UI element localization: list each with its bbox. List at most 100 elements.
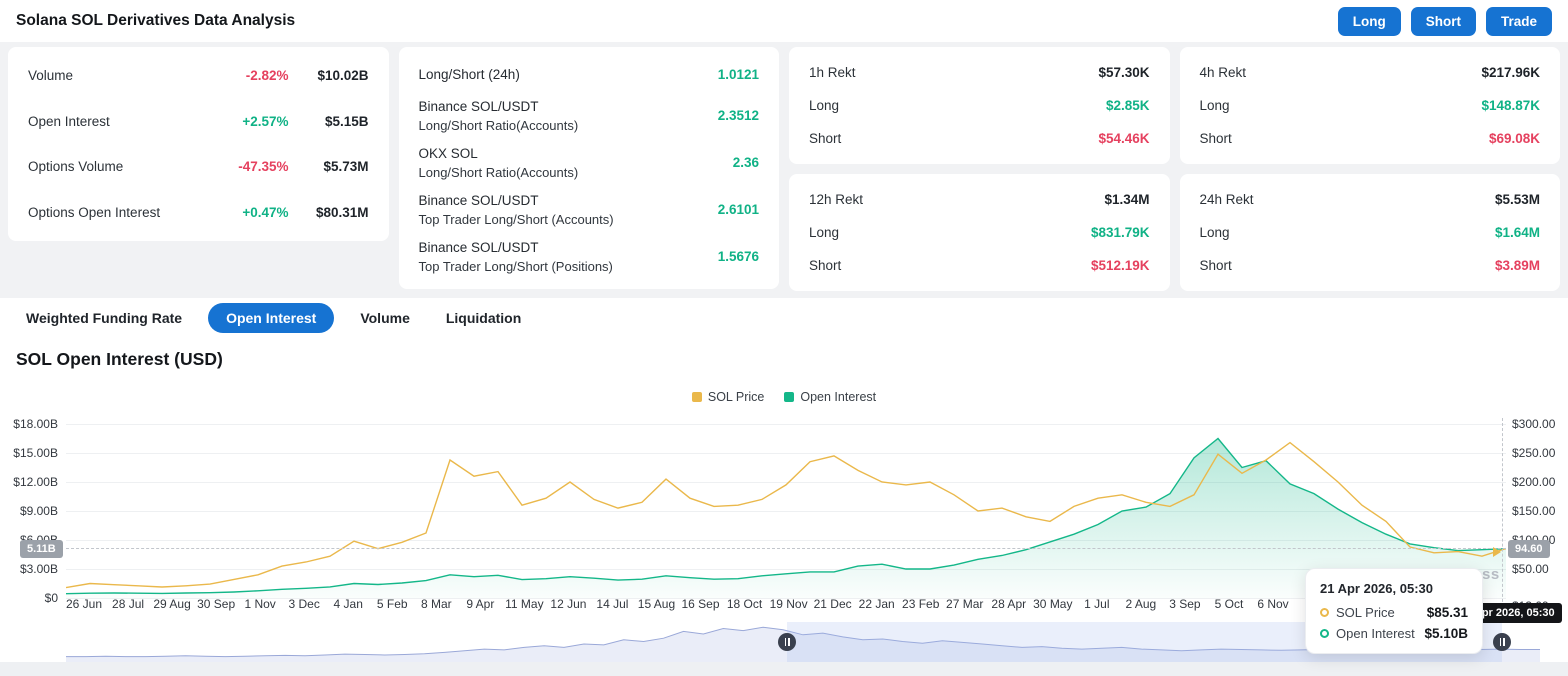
ratio-label: Binance SOL/USDT Top Trader Long/Short (A…	[419, 193, 718, 227]
rekt-label: Long	[809, 98, 840, 113]
legend-label: Open Interest	[800, 390, 877, 404]
crosshair-left-badge: 5.11B	[20, 540, 63, 558]
page-title: Solana SOL Derivatives Data Analysis	[16, 12, 296, 29]
rekt-card-12h-rekt: 12h Rekt $1.34M Long $831.79K Short $512.19K	[789, 174, 1170, 291]
x-axis-label: 3 Sep	[1169, 597, 1201, 611]
x-axis-label: 4 Jan	[333, 597, 363, 611]
rekt-value: $1.64M	[1494, 225, 1540, 240]
rekt-label: Short	[809, 258, 842, 273]
chart-title-row: SOL Open Interest (USD)	[0, 338, 1568, 380]
x-axis-label: 14 Jul	[596, 597, 629, 611]
ratio-label-line1: Binance SOL/USDT	[418, 239, 539, 255]
navigator-right-handle[interactable]	[1493, 633, 1511, 651]
legend-item-open-interest[interactable]: Open Interest	[784, 390, 876, 404]
crosshair-horizontal	[66, 548, 1506, 549]
stat-change: -47.35%	[238, 159, 289, 175]
rekt-row: 4h Rekt $217.96K	[1200, 56, 1541, 89]
x-axis-label: 27 Mar	[946, 597, 984, 611]
chart-tooltip: 21 Apr 2026, 05:30 SOL Price $85.31 Open I…	[1305, 568, 1483, 654]
tab-open-interest[interactable]: Open Interest	[208, 303, 335, 333]
tooltip-date: 21 Apr 2026, 05:30	[1320, 581, 1433, 596]
rekt-label: Short	[1199, 131, 1232, 146]
x-axis-label: 6 Nov	[1257, 597, 1289, 611]
page: Solana SOL Derivatives Data Analysis Lon…	[0, 0, 1568, 676]
x-axis-label: 29 Aug	[153, 597, 191, 611]
trade-button[interactable]: Trade	[1485, 6, 1552, 36]
y-axis-label-left: $18.00B	[13, 417, 58, 431]
x-axis-label: 19 Nov	[769, 597, 808, 611]
rekt-row: Long $831.79K	[809, 216, 1150, 249]
rekt-row: Short $54.46K	[809, 122, 1150, 155]
ratio-row: Long/Short (24h) 1.0121	[419, 56, 760, 92]
x-axis-label: 15 Aug	[637, 597, 676, 611]
tooltip-value: $85.31	[1426, 605, 1468, 620]
stat-row: Options Open Interest +0.47% $80.31M	[28, 190, 369, 236]
crosshair-right-badge: 94.60	[1508, 540, 1550, 558]
rekt-row: 24h Rekt $5.53M	[1200, 183, 1541, 216]
rekt-label: 4h Rekt	[1199, 65, 1247, 80]
chart-title: SOL Open Interest (USD)	[16, 348, 223, 369]
ratio-label-line1: Long/Short (24h)	[418, 66, 520, 82]
tooltip-row: SOL Price $85.31	[1320, 605, 1468, 620]
x-axis-label: 23 Feb	[902, 597, 940, 611]
ratio-label-line2: Long/Short Ratio(Accounts)	[418, 117, 579, 133]
ratio-label-line1: Binance SOL/USDT	[418, 192, 539, 208]
x-axis-label: 11 May	[505, 597, 544, 611]
y-axis-label-left: $0	[44, 591, 58, 605]
rekt-row: Short $512.19K	[809, 249, 1150, 282]
ratio-label-line2: Top Trader Long/Short (Accounts)	[418, 211, 614, 227]
rekt-value: $3.89M	[1494, 258, 1540, 273]
rekt-label: 1h Rekt	[809, 65, 856, 80]
rekt-column-b: 4h Rekt $217.96K Long $148.87K Short $69.08K 2…	[1179, 47, 1560, 291]
x-axis-label: 28 Apr	[991, 597, 1027, 611]
tab-liquidation[interactable]: Liquidation	[436, 304, 531, 332]
crosshair-vertical	[1502, 418, 1503, 622]
rekt-row: Short $69.08K	[1200, 122, 1541, 155]
legend-item-sol-price[interactable]: SOL Price	[691, 390, 765, 404]
ratio-value: 1.0121	[717, 66, 759, 82]
ratio-label-line2: Long/Short Ratio(Accounts)	[418, 164, 579, 180]
tab-weighted-funding-rate[interactable]: Weighted Funding Rate	[16, 304, 192, 332]
rekt-label: Long	[809, 225, 840, 240]
y-axis-label-right: $150.00	[1512, 504, 1556, 518]
last-price-arrow-icon	[1493, 547, 1506, 557]
rekt-column-a: 1h Rekt $57.30K Long $2.85K Short $54.46K 12h …	[789, 47, 1170, 291]
ratio-row: Binance SOL/USDT Long/Short Ratio(Account…	[419, 92, 760, 139]
tooltip-row: Open Interest $5.10B	[1320, 626, 1468, 641]
rekt-value: $69.08K	[1488, 131, 1540, 146]
x-axis-label: 5 Feb	[376, 597, 408, 611]
navigator-left-handle[interactable]	[778, 633, 796, 651]
rekt-label: 12h Rekt	[809, 192, 864, 207]
main-chart-svg	[66, 437, 1506, 598]
x-axis-label: 2 Aug	[1125, 597, 1157, 611]
series-dot-icon	[1320, 629, 1329, 638]
legend-swatch	[691, 392, 702, 402]
ratio-row: Binance SOL/USDT Top Trader Long/Short (P…	[419, 233, 760, 280]
rekt-card-24h-rekt: 24h Rekt $5.53M Long $1.64M Short $3.89M	[1179, 174, 1560, 291]
rekt-value: $2.85K	[1105, 98, 1150, 113]
stat-label: Options Open Interest	[28, 204, 161, 220]
x-axis-label: 3 Dec	[288, 597, 320, 611]
tooltip-rows: SOL Price $85.31 Open Interest $5.10B	[1320, 605, 1468, 641]
rekt-row: 12h Rekt $1.34M	[809, 183, 1150, 216]
ratio-row: OKX SOL Long/Short Ratio(Accounts) 2.36	[419, 139, 760, 186]
y-axis-label-left: $3.00B	[19, 562, 58, 576]
tab-volume[interactable]: Volume	[350, 304, 420, 332]
x-axis-label: 16 Sep	[681, 597, 720, 611]
x-axis-label: 26 Jun	[65, 597, 103, 611]
short-button[interactable]: Short	[1410, 6, 1476, 36]
x-axis-label: 8 Mar	[420, 597, 452, 611]
header: Solana SOL Derivatives Data Analysis Lon…	[0, 0, 1568, 42]
ratio-value: 2.6101	[717, 202, 759, 217]
rekt-row: 1h Rekt $57.30K	[809, 56, 1150, 89]
long-button[interactable]: Long	[1337, 6, 1401, 36]
y-axis-label-left: $12.00B	[13, 475, 58, 489]
rekt-label: Short	[1199, 258, 1232, 273]
rekt-value: $5.53M	[1494, 192, 1540, 207]
ratio-label: Binance SOL/USDT Top Trader Long/Short (P…	[419, 240, 718, 274]
y-axis-label-right: $200.00	[1512, 475, 1556, 489]
stat-change: -2.82%	[245, 68, 289, 84]
ratio-value: 1.5676	[717, 249, 759, 264]
legend-label: SOL Price	[707, 390, 765, 404]
rekt-label: Long	[1199, 98, 1230, 113]
